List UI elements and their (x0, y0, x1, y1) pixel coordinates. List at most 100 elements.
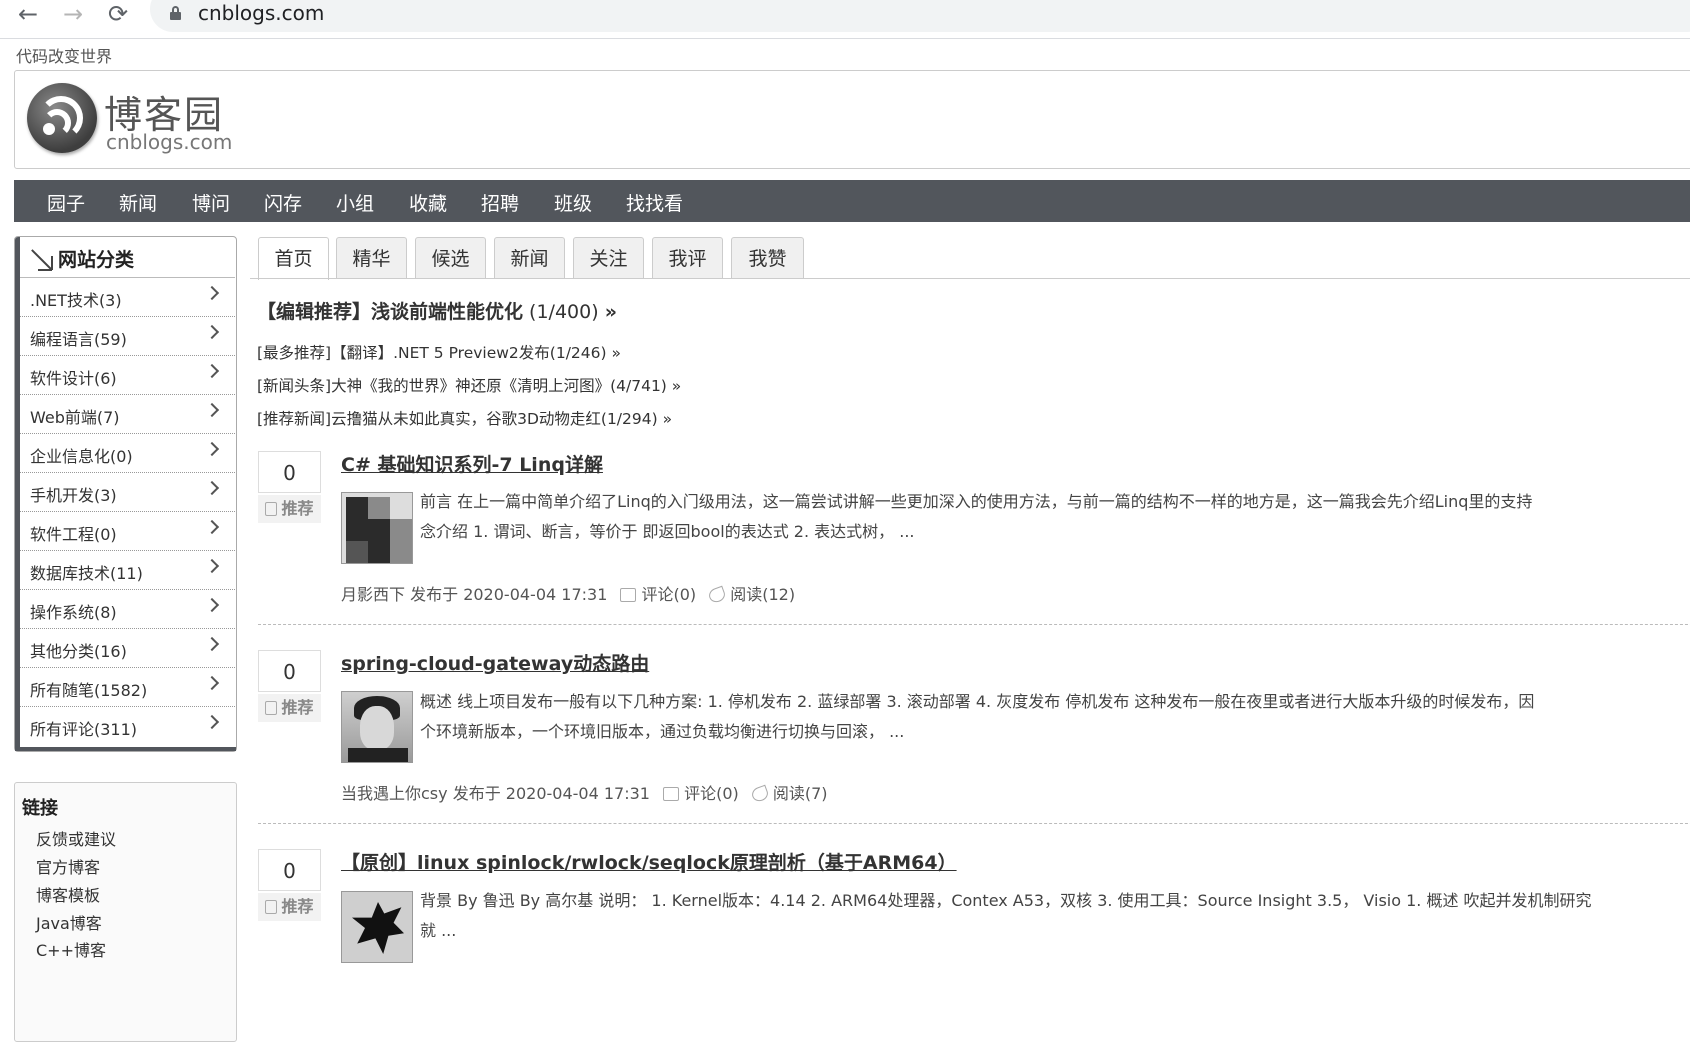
category-header: 网站分类 (20, 238, 235, 278)
thumbs-up-icon (265, 900, 278, 914)
post-reads[interactable]: 阅读(12) (730, 585, 795, 604)
headline-text[interactable]: 【编辑推荐】浅谈前端性能优化 (257, 301, 523, 323)
post-summary: 前言 在上一篇中简单介绍了Linq的入门级用法，这一篇尝试讲解一些更加深入的使用… (420, 492, 1533, 511)
category-item[interactable]: 其他分类(16) (20, 629, 235, 668)
nav-item-questions[interactable]: 博问 (192, 189, 230, 216)
main-nav: 园子 新闻 博问 闪存 小组 收藏 招聘 班级 找找看 (14, 180, 1690, 222)
post-reads[interactable]: 阅读(7) (773, 784, 828, 803)
link-item[interactable]: Java博客 (36, 910, 102, 934)
digg-box: 0 推荐 (258, 451, 321, 525)
site-slogan: 代码改变世界 (16, 47, 113, 66)
category-label: 企业信息化(0) (30, 447, 133, 466)
chevron-right-icon (204, 402, 220, 418)
author-avatar[interactable] (341, 891, 413, 963)
post-title[interactable]: spring-cloud-gateway动态路由 (341, 649, 649, 676)
category-item[interactable]: 企业信息化(0) (20, 434, 235, 473)
post-author[interactable]: 月影西下 (341, 585, 405, 604)
category-item[interactable]: 软件工程(0) (20, 512, 235, 551)
wolf-icon (352, 902, 404, 954)
tab-my-likes[interactable]: 我赞 (731, 237, 804, 278)
divider (0, 38, 1690, 39)
back-icon[interactable]: ← (18, 2, 38, 26)
chevron-right-icon (204, 636, 220, 652)
link-item[interactable]: 官方博客 (36, 854, 100, 878)
forward-icon[interactable]: → (63, 2, 83, 26)
tab-my-comments[interactable]: 我评 (652, 237, 723, 278)
category-item[interactable]: 编程语言(59) (20, 317, 235, 356)
tab-following[interactable]: 关注 (573, 237, 644, 278)
recommend-label: 推荐 (281, 897, 314, 916)
category-item[interactable]: 所有随笔(1582) (20, 668, 235, 707)
digg-count: 0 (258, 451, 321, 493)
recommend-button[interactable]: 推荐 (258, 893, 321, 921)
chevron-right-icon (204, 324, 220, 340)
category-item[interactable]: 手机开发(3) (20, 473, 235, 512)
news-link[interactable]: [新闻头条]大神《我的世界》神还原《清明上河图》(4/741) » (257, 374, 681, 396)
logo-domain[interactable]: cnblogs.com (106, 130, 232, 154)
post-comments[interactable]: 评论(0) (641, 585, 696, 604)
post-title[interactable]: C# 基础知识系列-7 Linq详解 (341, 450, 603, 477)
recommend-button[interactable]: 推荐 (258, 694, 321, 722)
post-summary: 背景 By 鲁迅 By 高尔基 说明： 1. Kernel版本：4.14 2. … (420, 891, 1592, 910)
category-item[interactable]: Web前端(7) (20, 395, 235, 434)
lock-icon[interactable] (170, 6, 181, 20)
digg-count: 0 (258, 849, 321, 891)
category-item[interactable]: 操作系统(8) (20, 590, 235, 629)
site-header (14, 70, 1690, 169)
editor-recommend[interactable]: 【编辑推荐】浅谈前端性能优化 (1/400) » (257, 297, 617, 324)
author-avatar[interactable] (341, 492, 413, 564)
category-label: .NET技术(3) (30, 291, 122, 310)
comment-icon (620, 588, 637, 602)
chevron-right-icon (204, 675, 220, 691)
recommend-button[interactable]: 推荐 (258, 495, 321, 523)
author-avatar[interactable] (341, 691, 413, 763)
nav-item-garden[interactable]: 园子 (47, 189, 85, 216)
read-icon (749, 784, 770, 804)
nav-item-groups[interactable]: 小组 (336, 189, 374, 216)
tab-home[interactable]: 首页 (258, 237, 329, 280)
category-label: 编程语言(59) (30, 330, 127, 349)
category-item[interactable]: 所有评论(311) (20, 707, 235, 746)
post-summary: 概述 线上项目发布一般有以下几种方案: 1. 停机发布 2. 蓝绿部署 3. 滚… (420, 692, 1535, 711)
post-divider (258, 624, 1690, 625)
nav-item-search[interactable]: 找找看 (626, 189, 683, 216)
category-label: 所有随笔(1582) (30, 681, 148, 700)
post-author[interactable]: 当我遇上你csy (341, 784, 448, 803)
category-item[interactable]: 软件设计(6) (20, 356, 235, 395)
news-link[interactable]: [推荐新闻]云撸猫从未如此真实，谷歌3D动物走红(1/294) » (257, 407, 672, 429)
category-label: 软件设计(6) (30, 369, 117, 388)
chevron-right-icon (204, 558, 220, 574)
headline-more[interactable]: » (605, 301, 617, 323)
address-bar[interactable] (150, 0, 1690, 32)
category-title: 网站分类 (58, 249, 135, 271)
nav-item-favorites[interactable]: 收藏 (409, 189, 447, 216)
post-summary: 就 ... (420, 921, 457, 940)
post-comments[interactable]: 评论(0) (684, 784, 739, 803)
chevron-right-icon (204, 363, 220, 379)
thumbs-up-icon (265, 701, 278, 715)
rss-logo-icon[interactable] (27, 83, 97, 153)
tab-featured[interactable]: 精华 (336, 237, 407, 278)
link-item[interactable]: C++博客 (36, 937, 106, 961)
post-date: 发布于 2020-04-04 17:31 (410, 585, 608, 604)
url-text[interactable]: cnblogs.com (198, 1, 324, 25)
nav-item-jobs[interactable]: 招聘 (481, 189, 519, 216)
link-item[interactable]: 博客模板 (36, 882, 100, 906)
thumbs-up-icon (265, 502, 278, 516)
nav-item-flash[interactable]: 闪存 (264, 189, 302, 216)
category-item[interactable]: 数据库技术(11) (20, 551, 235, 590)
nav-item-classes[interactable]: 班级 (554, 189, 592, 216)
news-link[interactable]: [最多推荐]【翻译】.NET 5 Preview2发布(1/246) » (257, 341, 621, 363)
tab-news[interactable]: 新闻 (494, 237, 565, 278)
recommend-label: 推荐 (281, 499, 314, 518)
post-divider (258, 823, 1690, 824)
nav-item-news[interactable]: 新闻 (119, 189, 157, 216)
post-title[interactable]: 【原创】linux spinlock/rwlock/seqlock原理剖析（基于… (341, 848, 957, 875)
tab-candidates[interactable]: 候选 (415, 237, 486, 278)
category-item[interactable]: .NET技术(3) (20, 278, 235, 317)
link-item[interactable]: 反馈或建议 (36, 826, 116, 850)
digg-box: 0 推荐 (258, 849, 321, 923)
chevron-right-icon (204, 597, 220, 613)
category-label: Web前端(7) (30, 408, 120, 427)
reload-icon[interactable]: ⟳ (108, 2, 128, 26)
